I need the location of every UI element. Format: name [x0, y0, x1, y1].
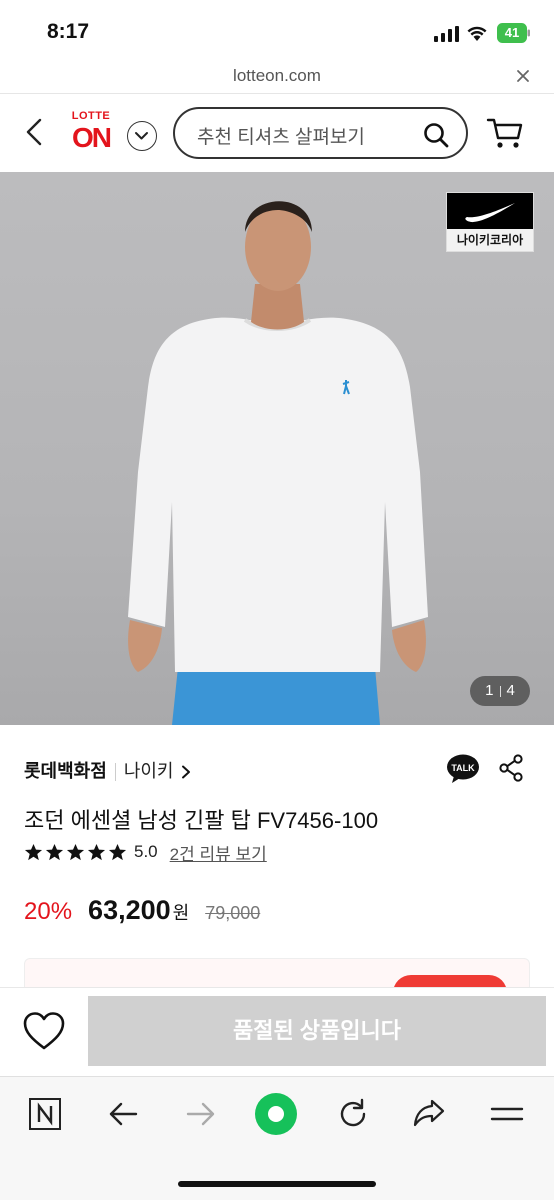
status-bar: 8:17 41 — [0, 0, 554, 62]
purchase-bar: 품절된 상품입니다 — [0, 988, 554, 1076]
browser-toolbar — [0, 1076, 554, 1200]
star-icon — [45, 843, 64, 860]
app-header: LOTTE ON 추천 티셔츠 살펴보기 — [0, 94, 554, 172]
back-arrow-icon[interactable] — [20, 116, 48, 148]
sale-price: 63,200 — [88, 895, 171, 925]
seller-name[interactable]: 롯데백화점 — [24, 761, 107, 781]
product-image[interactable]: 나이키코리아 14 — [0, 172, 554, 725]
battery-level: 41 — [504, 25, 520, 40]
review-link[interactable]: 2건 리뷰 보기 — [170, 840, 267, 865]
star-icon — [108, 843, 127, 860]
brand-badge-label: 나이키코리아 — [447, 229, 533, 251]
product-title: 조던 에센셜 남성 긴팔 탑 FV7456-100 — [24, 808, 379, 833]
brand-link[interactable]: 나이키 — [124, 761, 174, 781]
url-bar[interactable]: lotteon.com — [0, 62, 554, 92]
price-row: 20% 63,200 원 79,000 — [24, 895, 260, 929]
cellular-signal-icon — [434, 26, 459, 42]
counter-separator — [499, 685, 501, 697]
image-counter: 14 — [470, 676, 530, 706]
seller-row: 롯데백화점 나이키 — [24, 757, 192, 783]
nike-logo-icon — [447, 193, 533, 229]
share-icon[interactable] — [498, 754, 524, 782]
rating-value: 5.0 — [134, 842, 158, 861]
service-menu-button[interactable] — [127, 121, 157, 151]
heart-icon[interactable] — [22, 1010, 66, 1052]
image-counter-current: 1 — [485, 682, 494, 699]
star-rating — [24, 843, 129, 862]
naver-home-icon[interactable] — [28, 1097, 62, 1131]
kakao-talk-icon[interactable]: TALK — [446, 754, 480, 784]
original-price: 79,000 — [205, 903, 261, 923]
chevron-right-icon[interactable] — [180, 765, 192, 779]
logo-main-text: ON — [72, 122, 112, 153]
refresh-icon[interactable] — [336, 1097, 370, 1131]
home-indicator — [178, 1181, 376, 1187]
cart-icon[interactable] — [486, 116, 524, 150]
battery-icon: 41 — [497, 23, 531, 43]
forward-arrow-icon[interactable] — [184, 1097, 218, 1131]
menu-icon[interactable] — [490, 1097, 524, 1131]
product-photo — [128, 201, 428, 725]
rating-row: 5.0 2건 리뷰 보기 — [24, 840, 267, 865]
close-icon[interactable] — [515, 68, 531, 84]
share-arrow-icon[interactable] — [412, 1097, 446, 1131]
svg-text:TALK: TALK — [451, 763, 475, 773]
brand-badge[interactable]: 나이키코리아 — [446, 192, 534, 252]
wifi-icon — [467, 26, 487, 41]
price-unit: 원 — [172, 903, 190, 923]
star-icon — [24, 843, 43, 860]
lotte-on-logo[interactable]: LOTTE ON — [66, 110, 116, 154]
soldout-button[interactable]: 품절된 상품입니다 — [88, 996, 546, 1066]
star-icon — [66, 843, 85, 860]
status-time: 8:17 — [47, 20, 90, 43]
logo-top-text: LOTTE — [71, 110, 111, 122]
green-dot-icon[interactable] — [254, 1092, 298, 1136]
divider — [114, 763, 116, 782]
chevron-down-icon — [135, 132, 148, 140]
search-bar[interactable]: 추천 티셔츠 살펴보기 — [173, 107, 468, 159]
search-icon[interactable] — [423, 122, 449, 148]
star-icon — [87, 843, 106, 860]
image-counter-total: 4 — [506, 682, 515, 699]
url-domain[interactable]: lotteon.com — [0, 66, 554, 86]
discount-rate: 20% — [24, 898, 73, 925]
search-input[interactable]: 추천 티셔츠 살펴보기 — [197, 122, 365, 149]
back-arrow-icon[interactable] — [106, 1097, 140, 1131]
